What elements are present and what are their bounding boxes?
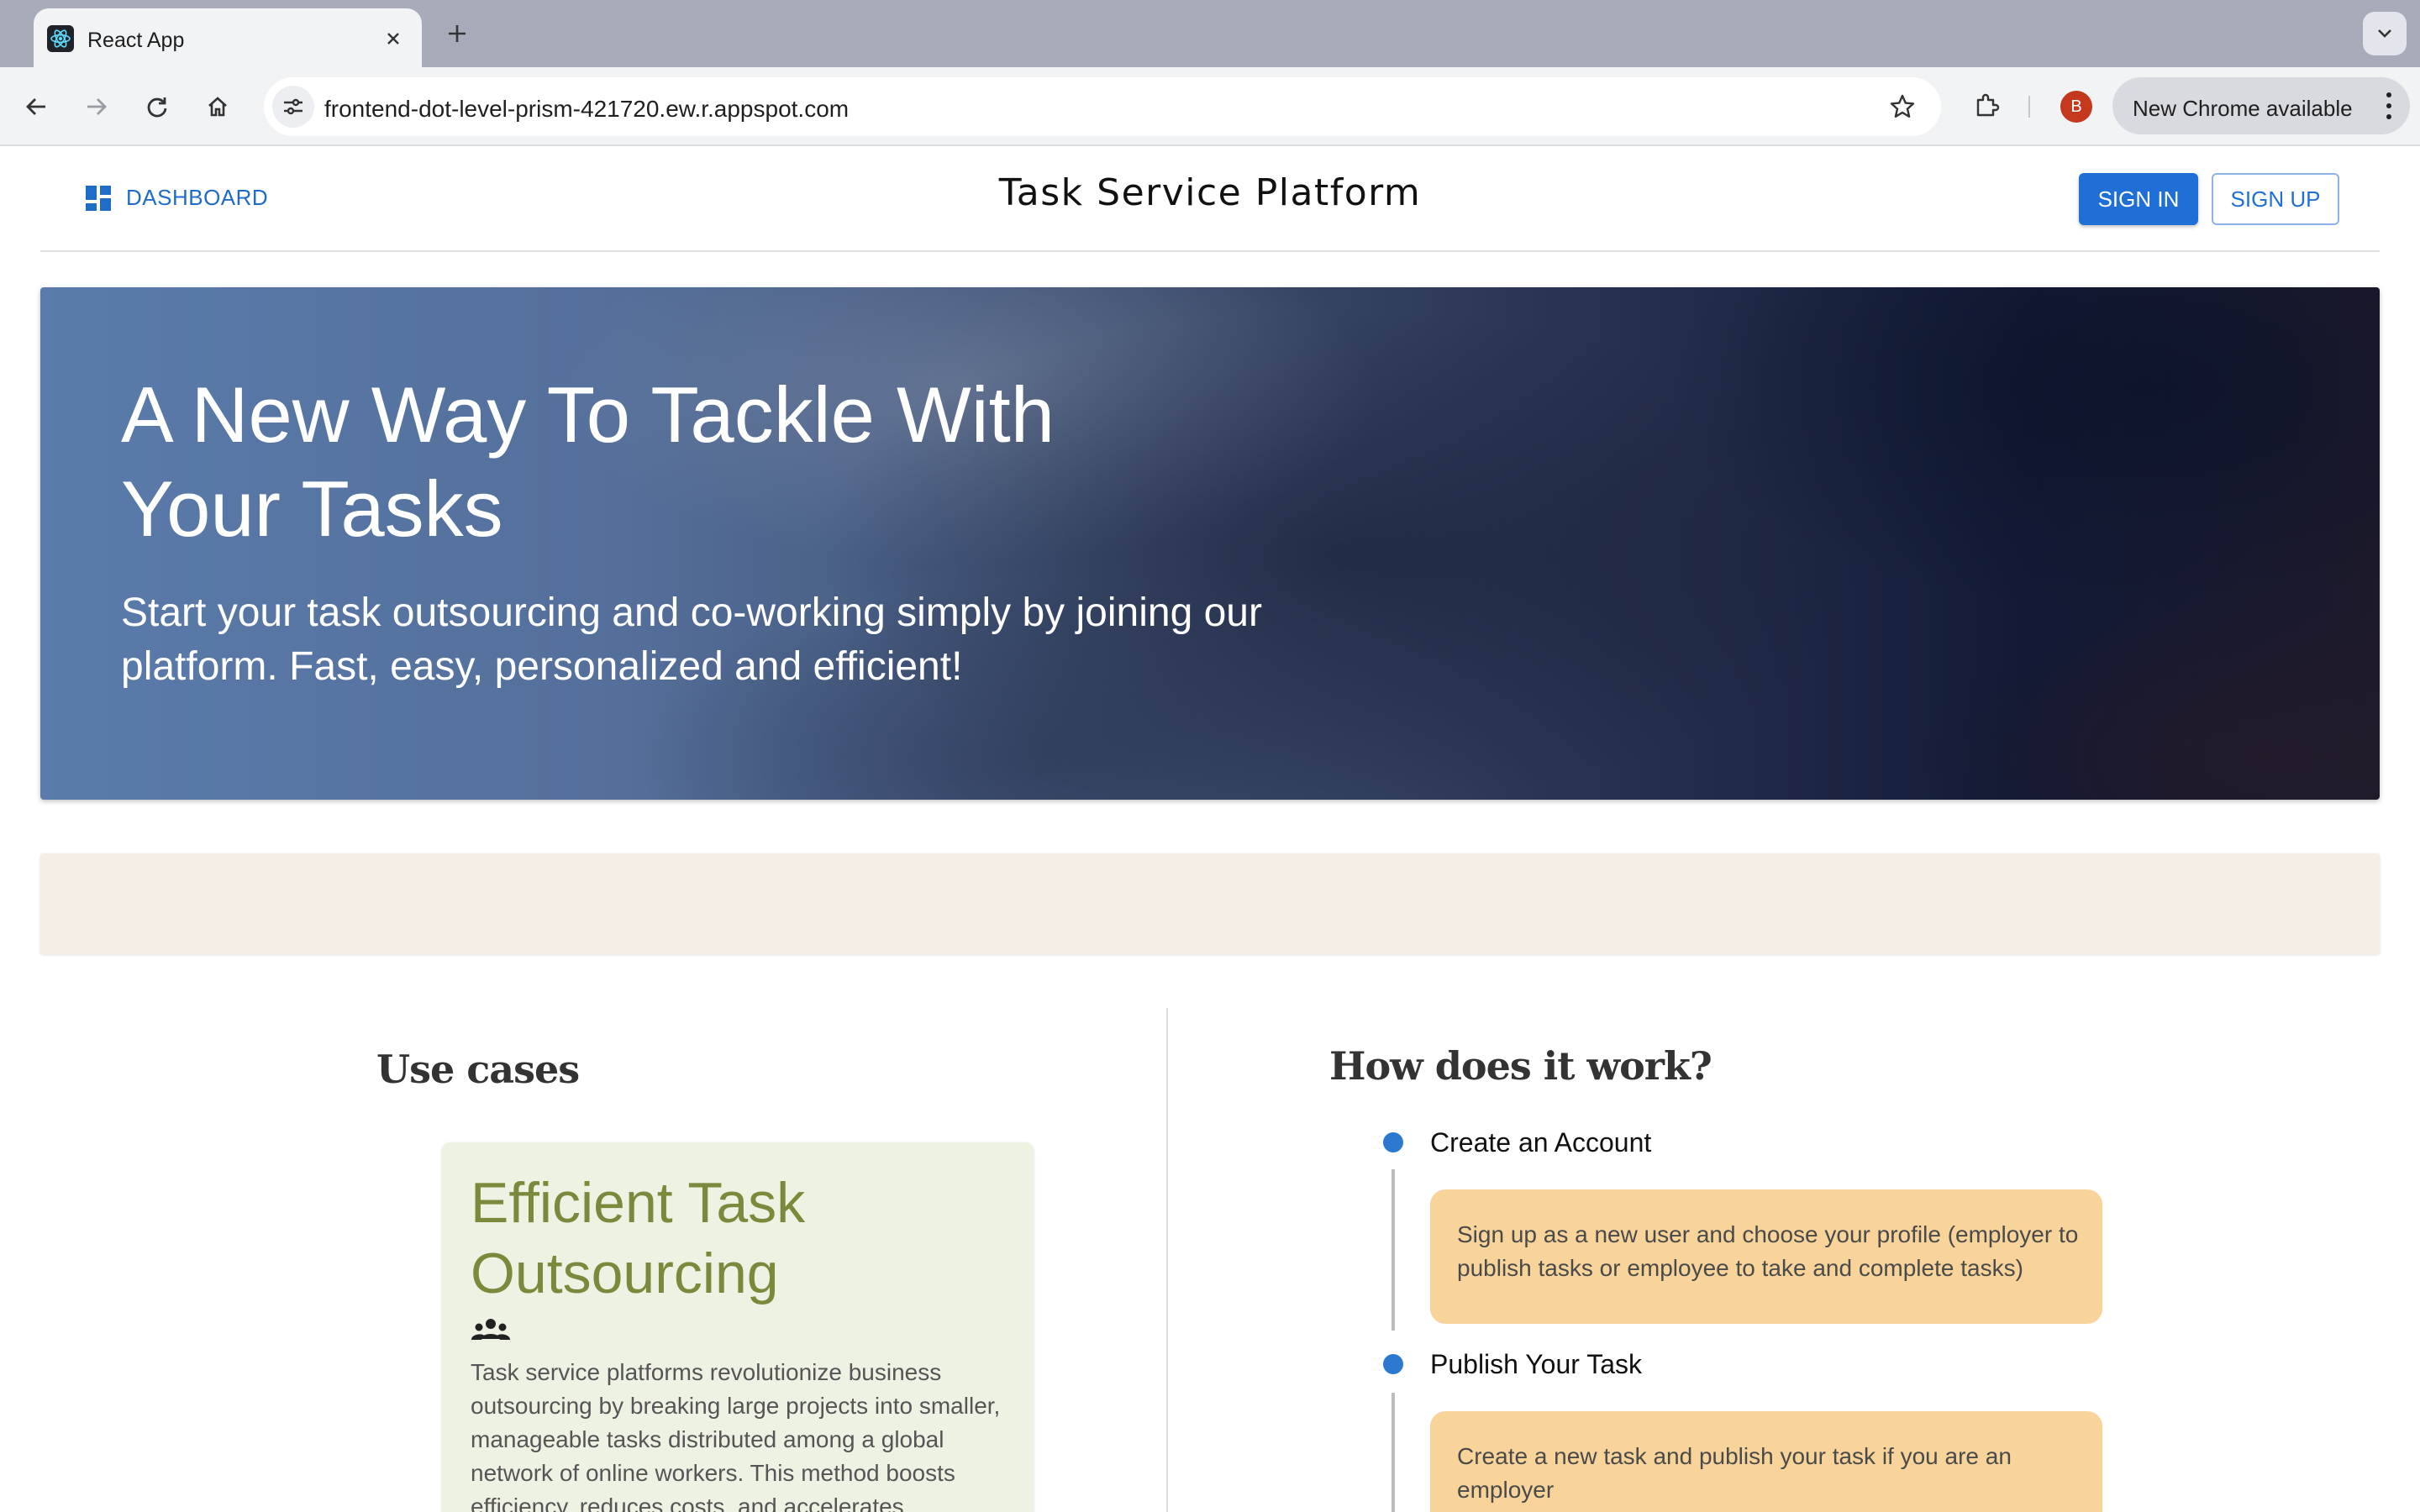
extensions-icon[interactable] xyxy=(1968,86,2007,124)
url-text[interactable]: frontend-dot-level-prism-421720.ew.r.app… xyxy=(324,96,849,123)
step-description: Create a new task and publish your task … xyxy=(1457,1443,2012,1503)
step-card: Create a new task and publish your task … xyxy=(1430,1411,2102,1512)
chrome-update-button[interactable]: New Chrome available xyxy=(2112,77,2410,134)
timeline-dot xyxy=(1383,1132,1403,1152)
forward-arrow-icon[interactable] xyxy=(77,87,116,126)
home-icon[interactable] xyxy=(198,87,237,126)
close-icon[interactable] xyxy=(380,25,407,52)
browser-tab-strip: React App xyxy=(0,0,2420,67)
step-card: Sign up as a new user and choose your pr… xyxy=(1430,1189,2102,1324)
use-case-title: Efficient Task Outsourcing xyxy=(471,1171,806,1305)
plus-icon[interactable] xyxy=(440,17,474,50)
page-content: DASHBOARD Task Service Platform SIGN IN … xyxy=(0,146,2420,1512)
use-case-text: Task service platforms revolutionize bus… xyxy=(471,1359,1001,1512)
section-divider xyxy=(1166,1008,1168,1512)
profile-avatar[interactable]: B xyxy=(2060,91,2092,123)
timeline-dot xyxy=(1383,1354,1403,1374)
use-cases-heading: Use cases xyxy=(376,1047,580,1092)
more-vert-icon[interactable] xyxy=(2385,92,2393,119)
step-title: Publish Your Task xyxy=(1430,1349,1643,1379)
chevron-down-icon[interactable] xyxy=(2363,12,2407,55)
sign-in-button[interactable]: SIGN IN xyxy=(2079,173,2198,225)
groups-icon xyxy=(471,1317,511,1342)
timeline-connector xyxy=(1392,1393,1395,1512)
site-info-icon[interactable] xyxy=(272,86,314,128)
hero-title: A New Way To Tackle With Your Tasks xyxy=(121,370,1055,553)
tab-title: React App xyxy=(87,29,185,52)
app-header: DASHBOARD Task Service Platform SIGN IN … xyxy=(40,146,2380,252)
how-it-works-heading: How does it work? xyxy=(1329,1043,1712,1089)
step-description: Sign up as a new user and choose your pr… xyxy=(1457,1221,2079,1281)
update-label: New Chrome available xyxy=(2133,96,2353,121)
use-case-card: Efficient Task Outsourcing Task service … xyxy=(442,1142,1034,1512)
info-band xyxy=(40,853,2380,954)
sign-up-button[interactable]: SIGN UP xyxy=(2212,173,2339,225)
address-bar[interactable]: frontend-dot-level-prism-421720.ew.r.app… xyxy=(264,77,1941,136)
star-icon[interactable] xyxy=(1886,90,1919,123)
browser-tab[interactable]: React App xyxy=(34,8,422,67)
back-arrow-icon[interactable] xyxy=(17,87,55,126)
react-favicon-icon xyxy=(47,25,74,52)
reload-icon[interactable] xyxy=(138,87,176,126)
step-title: Create an Account xyxy=(1430,1127,1652,1158)
browser-toolbar: frontend-dot-level-prism-421720.ew.r.app… xyxy=(0,67,2420,146)
brand-title: Task Service Platform xyxy=(998,171,1422,214)
timeline-connector xyxy=(1392,1169,1395,1331)
hero-subtitle: Start your task outsourcing and co-worki… xyxy=(121,591,1262,689)
toolbar-separator xyxy=(2028,96,2030,118)
hero-banner: A New Way To Tackle With Your Tasks Star… xyxy=(40,287,2380,800)
